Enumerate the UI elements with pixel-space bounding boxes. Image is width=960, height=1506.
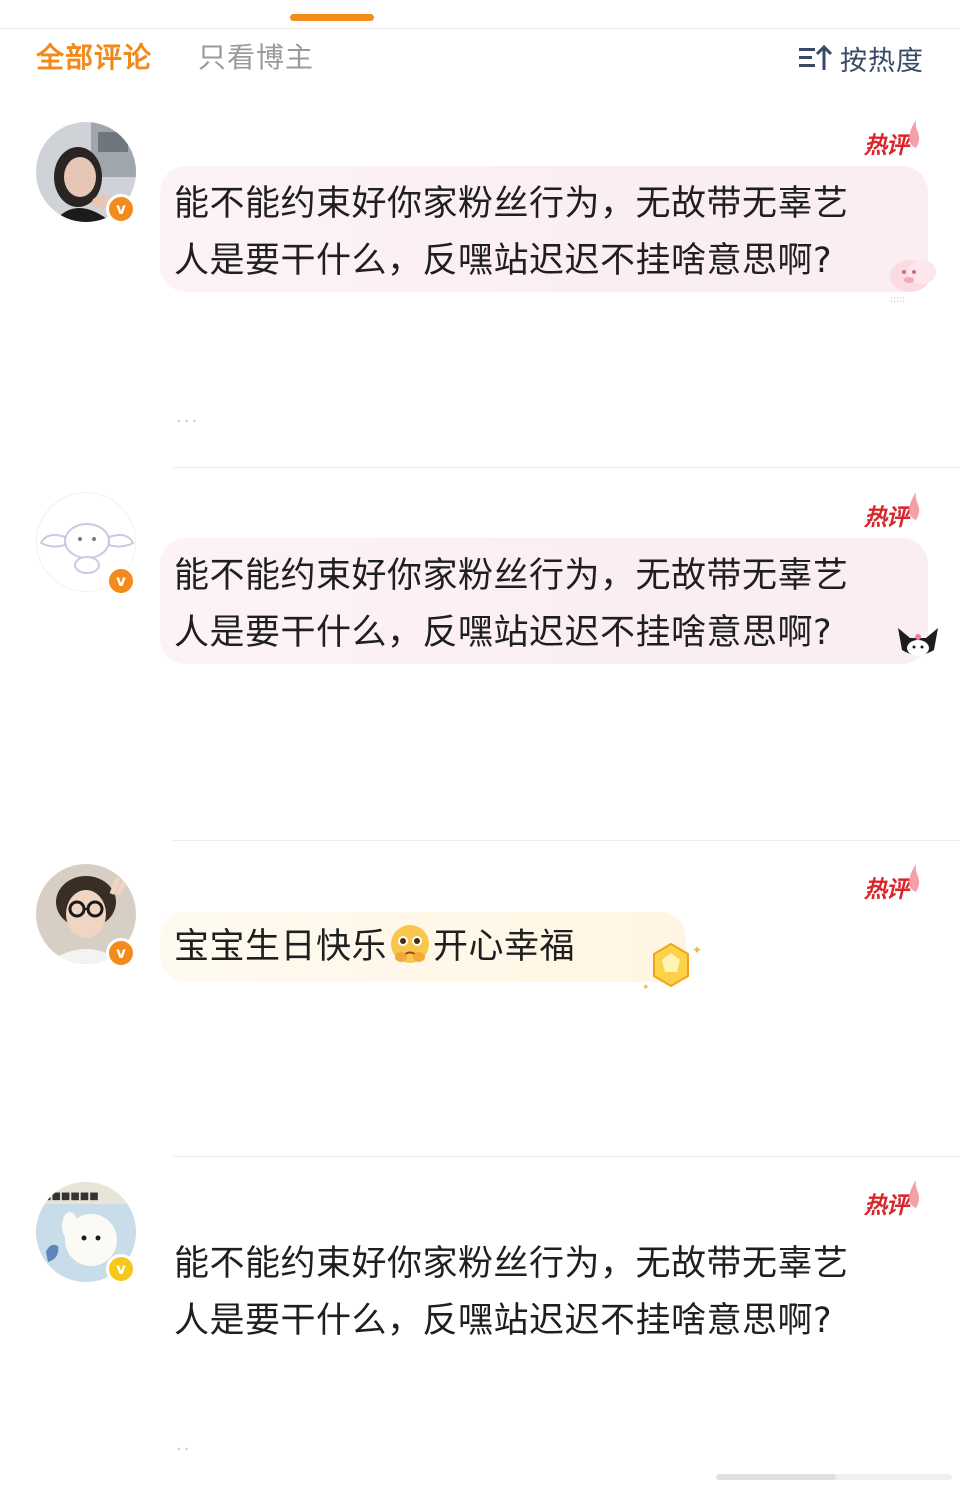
more-indicator[interactable]: ..: [176, 1434, 191, 1455]
sort-icon: [799, 44, 832, 70]
hot-flame-icon: [909, 864, 920, 892]
sort-label: 按热度: [840, 45, 924, 77]
sort-by-hot-button[interactable]: 按热度: [798, 38, 924, 78]
hot-comment-tag: 热评: [862, 862, 926, 906]
verified-badge-icon: v: [106, 1254, 136, 1284]
verified-badge-icon: v: [106, 938, 136, 968]
hot-comment-tag: 热评: [862, 1178, 926, 1222]
top-divider: [0, 28, 960, 29]
comment-page: 全部评论 只看博主 按热度 v 热评 能不能约束好你家粉丝行为，无故带无辜艺 人…: [0, 0, 960, 1506]
comment-divider: [172, 840, 960, 841]
hot-flame-icon: [909, 492, 920, 520]
comment-text-line: 人是要干什么，反嘿站迟迟不挂啥意思啊?: [174, 613, 833, 653]
comment-text-line: 能不能约束好你家粉丝行为，无故带无辜艺: [174, 184, 849, 224]
hot-flame-icon: [909, 1180, 920, 1208]
comment-text-line: 能不能约束好你家粉丝行为，无故带无辜艺: [174, 556, 849, 596]
verified-badge-icon: v: [106, 566, 136, 596]
comment-text-line: 人是要干什么，反嘿站迟迟不挂啥意思啊?: [174, 1301, 833, 1341]
svg-text:✦: ✦: [642, 983, 650, 992]
svg-text::::::: :::::: [890, 295, 905, 305]
hot-comment-tag: 热评: [862, 490, 926, 534]
comment-divider: [172, 1156, 960, 1157]
pig-sticker-icon: :::::: [890, 260, 936, 305]
comment-text-before-emoji: 宝宝生日快乐: [174, 927, 388, 967]
hot-tag-label: 热评: [864, 1193, 909, 1219]
comment-text: 宝宝生日快乐 开心幸福: [174, 919, 575, 976]
hot-flame-icon: [909, 120, 920, 148]
svg-text:✦: ✦: [692, 943, 702, 957]
crown-badge-icon: ✦ ✦: [642, 942, 702, 992]
tab-all-comments[interactable]: 全部评论: [36, 38, 152, 78]
scroll-indicator: [716, 1474, 952, 1480]
comment-text-after-emoji: 开心幸福: [433, 927, 576, 967]
verified-badge-icon: v: [106, 194, 136, 224]
tab-indicator: [290, 14, 374, 21]
hot-comment-tag: 热评: [862, 118, 926, 162]
pleading-face-emoji: [391, 925, 430, 963]
svg-text:■■■■■■: ■■■■■■: [42, 1191, 99, 1202]
more-indicator[interactable]: ...: [176, 406, 199, 427]
kuromi-sticker-icon: [898, 628, 938, 656]
tab-blogger-only[interactable]: 只看博主: [198, 38, 314, 78]
hot-tag-label: 热评: [864, 133, 909, 159]
comment-text-line: 能不能约束好你家粉丝行为，无故带无辜艺: [174, 1244, 849, 1284]
hot-tag-label: 热评: [864, 505, 909, 531]
comment-text-line: 人是要干什么，反嘿站迟迟不挂啥意思啊?: [174, 241, 833, 281]
comment-divider: [172, 467, 960, 468]
hot-tag-label: 热评: [864, 877, 909, 903]
comment-tabs: 全部评论 只看博主 按热度: [0, 34, 960, 82]
